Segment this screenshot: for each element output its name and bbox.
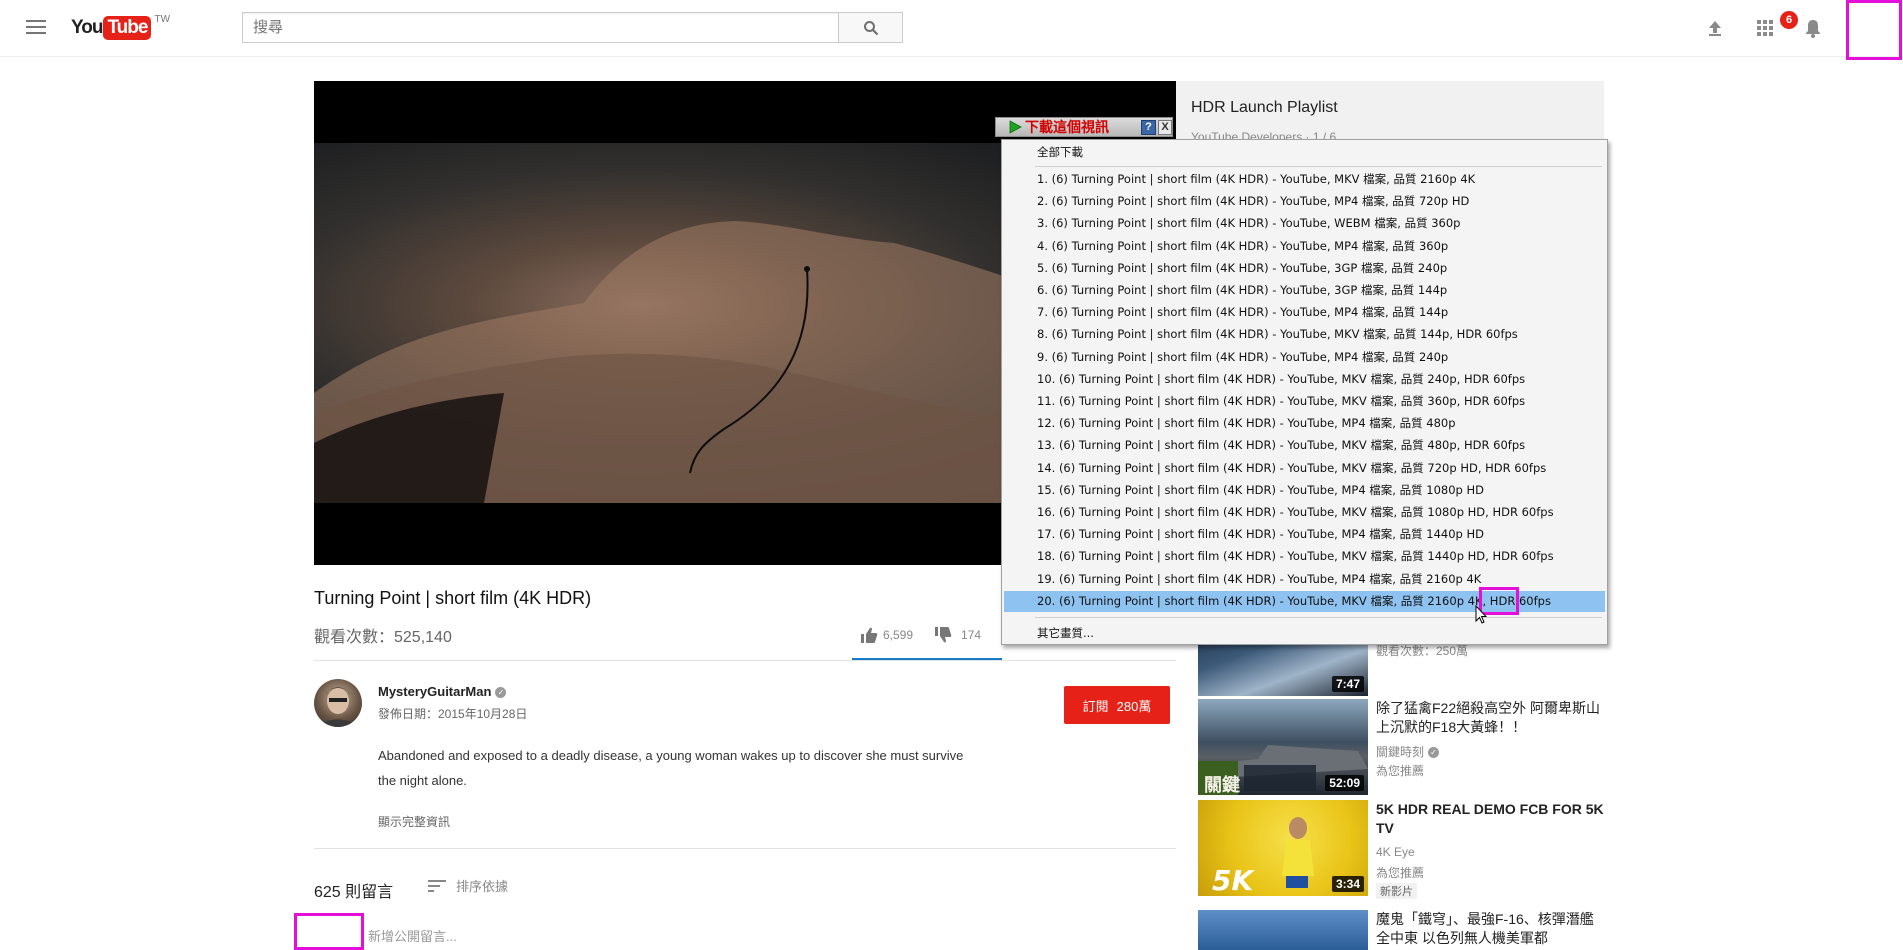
verified-check-icon: ✓ — [495, 687, 507, 698]
download-menu: 全部下載 1. (6) Turning Point | short film (… — [1001, 139, 1608, 645]
svg-text:關鍵: 關鍵 — [1204, 774, 1240, 795]
search-button[interactable] — [838, 12, 903, 43]
upload-icon — [1709, 21, 1721, 36]
playlist-title: HDR Launch Playlist — [1191, 99, 1338, 116]
new-video-badge: 新影片 — [1376, 883, 1417, 899]
notification-count-badge: 6 — [1780, 11, 1798, 29]
download-all-item[interactable]: 全部下載 — [1004, 142, 1605, 163]
download-option-item[interactable]: 1. (6) Turning Point | short film (4K HD… — [1004, 169, 1605, 190]
svg-text:5K: 5K — [1212, 864, 1255, 896]
duration-badge: 3:34 — [1331, 876, 1364, 892]
dislike-count: 174 — [961, 628, 982, 642]
close-button[interactable]: X — [1158, 120, 1172, 135]
download-option-item[interactable]: 6. (6) Turning Point | short film (4K HD… — [1004, 280, 1605, 301]
recommended-video[interactable]: 5K 3:34 5K HDR REAL DEMO FCB FOR 5K TV 4… — [1198, 800, 1618, 899]
download-option-item[interactable]: 4. (6) Turning Point | short film (4K HD… — [1004, 236, 1605, 257]
video-description: Abandoned and exposed to a deadly diseas… — [378, 748, 964, 788]
comment-avatar-highlight-box[interactable] — [294, 913, 364, 950]
download-option-item[interactable]: 16. (6) Turning Point | short film (4K H… — [1004, 502, 1605, 523]
download-option-item[interactable]: 2. (6) Turning Point | short film (4K HD… — [1004, 191, 1605, 212]
download-option-item[interactable]: 17. (6) Turning Point | short film (4K H… — [1004, 524, 1605, 545]
menu-separator — [1035, 166, 1602, 167]
video-thumbnail: 5K 3:34 — [1198, 800, 1368, 896]
download-option-item[interactable]: 18. (6) Turning Point | short film (4K H… — [1004, 546, 1605, 567]
video-title: 魔鬼「鐵穹」、最強F-16、核彈潛艦全中東 以色列無人機美軍都 — [1376, 911, 1594, 946]
subscriber-count: 280萬 — [1116, 698, 1152, 714]
notifications-button[interactable] — [1802, 17, 1824, 39]
sort-comments-button[interactable]: 排序依據 — [428, 876, 508, 895]
channel-name: 4K Eye — [1376, 845, 1415, 859]
search-icon — [863, 20, 878, 35]
download-popup-title[interactable]: 下載這個視訊 — [1025, 117, 1109, 137]
youtube-logo[interactable]: You Tube TW — [71, 14, 171, 40]
video-title: Turning Point | short film (4K HDR) — [314, 588, 592, 608]
like-dislike-row: 6,599 174 — [859, 625, 981, 645]
download-option-item[interactable]: 10. (6) Turning Point | short film (4K H… — [1004, 369, 1605, 390]
download-option-item[interactable]: 15. (6) Turning Point | short film (4K H… — [1004, 480, 1605, 501]
logo-region-text: TW — [154, 14, 171, 25]
download-option-item[interactable]: 3. (6) Turning Point | short film (4K HD… — [1004, 213, 1605, 234]
video-title: 除了猛禽F22絕殺高空外 阿爾卑斯山上沉默的F18大黃蜂！！ — [1376, 700, 1601, 735]
view-count: 觀看次數：525,140 — [314, 629, 452, 646]
logo-you-text: You — [71, 17, 104, 38]
comment-input[interactable]: 新增公開留言... — [368, 926, 457, 945]
recommended-label: 為您推薦 — [1376, 764, 1425, 778]
duration-badge: 7:47 — [1331, 676, 1364, 692]
hamburger-menu-icon[interactable] — [26, 20, 46, 35]
sort-icon — [428, 879, 446, 892]
divider — [314, 848, 1176, 849]
download-option-item[interactable]: 9. (6) Turning Point | short film (4K HD… — [1004, 347, 1605, 368]
recommended-video[interactable]: 關鍵 52:09 除了猛禽F22絕殺高空外 阿爾卑斯山上沉默的F18大黃蜂！！ … — [1198, 699, 1618, 795]
channel-name[interactable]: MysteryGuitarMan ✓ — [378, 684, 507, 699]
publish-date: 發佈日期：2015年10月28日 — [378, 707, 528, 721]
download-popup-titlebar[interactable]: 下載這個視訊 ? X — [995, 117, 1173, 137]
apps-grid-icon — [1757, 20, 1773, 36]
thumbs-up-icon[interactable] — [859, 625, 879, 645]
channel-name: 關鍵時刻 ✓ — [1376, 743, 1440, 760]
like-count: 6,599 — [883, 628, 914, 642]
download-option-item[interactable]: 7. (6) Turning Point | short film (4K HD… — [1004, 302, 1605, 323]
download-option-item[interactable]: 11. (6) Turning Point | short film (4K H… — [1004, 391, 1605, 412]
other-quality-item[interactable]: 其它畫質... — [1004, 623, 1605, 644]
verified-check-icon: ✓ — [1428, 747, 1440, 758]
play-icon — [1009, 120, 1022, 134]
subscribe-label: 訂閱 — [1082, 698, 1109, 714]
channel-avatar[interactable] — [314, 679, 362, 727]
logo-tube-text: Tube — [103, 16, 152, 40]
download-option-item[interactable]: 13. (6) Turning Point | short film (4K H… — [1004, 435, 1605, 456]
sort-label: 排序依據 — [456, 879, 509, 894]
thumbs-down-icon[interactable] — [933, 625, 953, 645]
channel-name-text: 關鍵時刻 — [1376, 745, 1425, 759]
download-option-item[interactable]: 5. (6) Turning Point | short film (4K HD… — [1004, 258, 1605, 279]
show-more-link[interactable]: 顯示完整資訊 — [378, 813, 450, 830]
video-thumbnail — [1198, 910, 1368, 950]
avatar-highlight-box[interactable] — [1846, 0, 1902, 60]
comment-count: 625 則留言 — [314, 884, 394, 901]
video-title: 5K HDR REAL DEMO FCB FOR 5K TV — [1376, 801, 1604, 836]
divider — [314, 660, 1176, 661]
channel-name-text: MysteryGuitarMan — [378, 684, 492, 699]
download-option-item[interactable]: 8. (6) Turning Point | short film (4K HD… — [1004, 324, 1605, 345]
recommended-label: 為您推薦 — [1376, 866, 1425, 880]
help-button[interactable]: ? — [1141, 120, 1156, 135]
apps-button[interactable] — [1754, 17, 1776, 39]
masthead: You Tube TW 6 — [0, 0, 1903, 60]
subscribe-button[interactable]: 訂閱 280萬 — [1064, 686, 1170, 724]
menu-separator — [1035, 617, 1602, 618]
recommended-video[interactable]: 魔鬼「鐵穹」、最強F-16、核彈潛艦全中東 以色列無人機美軍都 — [1198, 910, 1618, 950]
mouse-cursor-icon — [1475, 605, 1487, 624]
download-option-item[interactable]: 14. (6) Turning Point | short film (4K H… — [1004, 458, 1605, 479]
search-input[interactable] — [243, 13, 839, 42]
download-option-item[interactable]: 12. (6) Turning Point | short film (4K H… — [1004, 413, 1605, 434]
video-thumbnail: 關鍵 52:09 — [1198, 699, 1368, 795]
duration-badge: 52:09 — [1325, 775, 1364, 791]
search-box — [242, 12, 839, 43]
bell-icon — [1806, 20, 1820, 38]
upload-button[interactable] — [1704, 17, 1726, 39]
